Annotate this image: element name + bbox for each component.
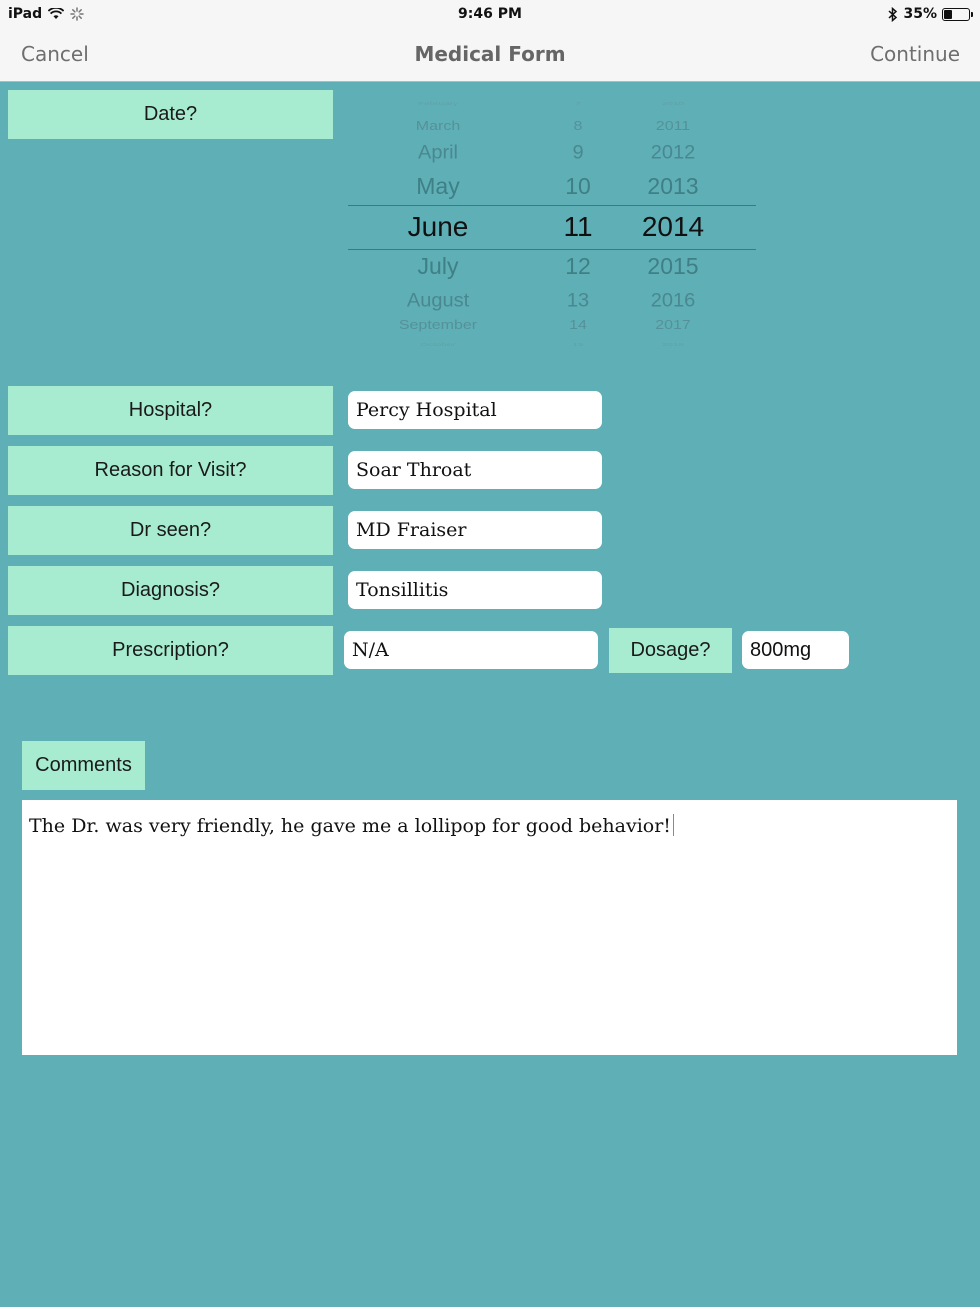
reason-label: Reason for Visit?: [8, 446, 333, 495]
prescription-field[interactable]: N/A: [344, 631, 598, 669]
battery-percent: 35%: [903, 6, 937, 22]
battery-icon: [942, 7, 973, 21]
picker-day: 12: [565, 253, 591, 280]
picker-day: 15: [572, 342, 584, 348]
diagnosis-field[interactable]: Tonsillitis: [348, 571, 602, 609]
picker-day: 10: [565, 173, 591, 200]
picker-row[interactable]: April 9 2012: [348, 142, 756, 165]
picker-day: 7: [575, 101, 581, 107]
picker-year: 2018: [661, 342, 685, 348]
doctor-field[interactable]: MD Fraiser: [348, 511, 602, 549]
comments-label: Comments: [22, 741, 145, 790]
picker-month: May: [416, 173, 460, 200]
date-picker[interactable]: February 7 2010 March 8 2011 April 9 2012 May 10 20…: [348, 100, 756, 350]
date-label: Date?: [8, 90, 333, 139]
picker-month: March: [415, 120, 461, 134]
picker-row[interactable]: February 7 2010: [348, 101, 756, 106]
picker-row[interactable]: July 12 2015: [348, 253, 756, 281]
continue-button[interactable]: Continue: [870, 42, 960, 66]
comments-text: The Dr. was very friendly, he gave me a …: [29, 815, 671, 837]
navigation-bar: Cancel Medical Form Continue: [0, 28, 980, 82]
picker-day: 14: [569, 319, 587, 333]
picker-year: 2013: [647, 173, 699, 200]
picker-year: 2011: [655, 120, 691, 134]
picker-row[interactable]: May 10 2013: [348, 173, 756, 201]
picker-month: April: [417, 142, 458, 164]
prescription-label: Prescription?: [8, 626, 333, 675]
hospital-field[interactable]: Percy Hospital: [348, 391, 602, 429]
picker-day: 8: [573, 120, 583, 134]
comments-textarea[interactable]: The Dr. was very friendly, he gave me a …: [22, 800, 957, 1055]
picker-month: October: [420, 342, 456, 348]
status-bar: iPad 9:46 PM 35%: [0, 0, 980, 28]
picker-month: June: [407, 211, 469, 243]
dosage-field[interactable]: 800mg: [742, 631, 849, 669]
reason-field[interactable]: Soar Throat: [348, 451, 602, 489]
picker-month: September: [398, 319, 478, 333]
picker-selection-top-line: [348, 205, 756, 206]
picker-day: 9: [572, 142, 584, 164]
battery-fill: [944, 9, 953, 19]
picker-month: February: [417, 101, 458, 107]
status-time: 9:46 PM: [458, 6, 522, 22]
picker-year: 2010: [661, 101, 685, 107]
picker-year: 2015: [647, 253, 699, 280]
text-cursor: [672, 814, 674, 836]
picker-month: August: [406, 290, 470, 312]
picker-month: July: [417, 253, 459, 280]
picker-year: 2012: [650, 142, 696, 164]
picker-row[interactable]: March 8 2011: [348, 119, 756, 134]
hospital-label: Hospital?: [8, 386, 333, 435]
bluetooth-icon: [888, 6, 898, 22]
picker-row[interactable]: October 15 2018: [348, 342, 756, 347]
picker-day: 11: [563, 211, 593, 243]
dosage-label: Dosage?: [609, 628, 732, 673]
picker-year: 2014: [641, 211, 705, 243]
page-title: Medical Form: [414, 42, 566, 66]
diagnosis-label: Diagnosis?: [8, 566, 333, 615]
picker-selection-bottom-line: [348, 249, 756, 250]
picker-row[interactable]: August 13 2016: [348, 290, 756, 313]
picker-row-selected[interactable]: June 11 2014: [348, 210, 756, 244]
picker-day: 13: [566, 290, 590, 312]
doctor-label: Dr seen?: [8, 506, 333, 555]
picker-row[interactable]: September 14 2017: [348, 318, 756, 333]
status-right: 35%: [888, 6, 973, 22]
picker-year: 2016: [650, 290, 696, 312]
picker-year: 2017: [655, 319, 691, 333]
